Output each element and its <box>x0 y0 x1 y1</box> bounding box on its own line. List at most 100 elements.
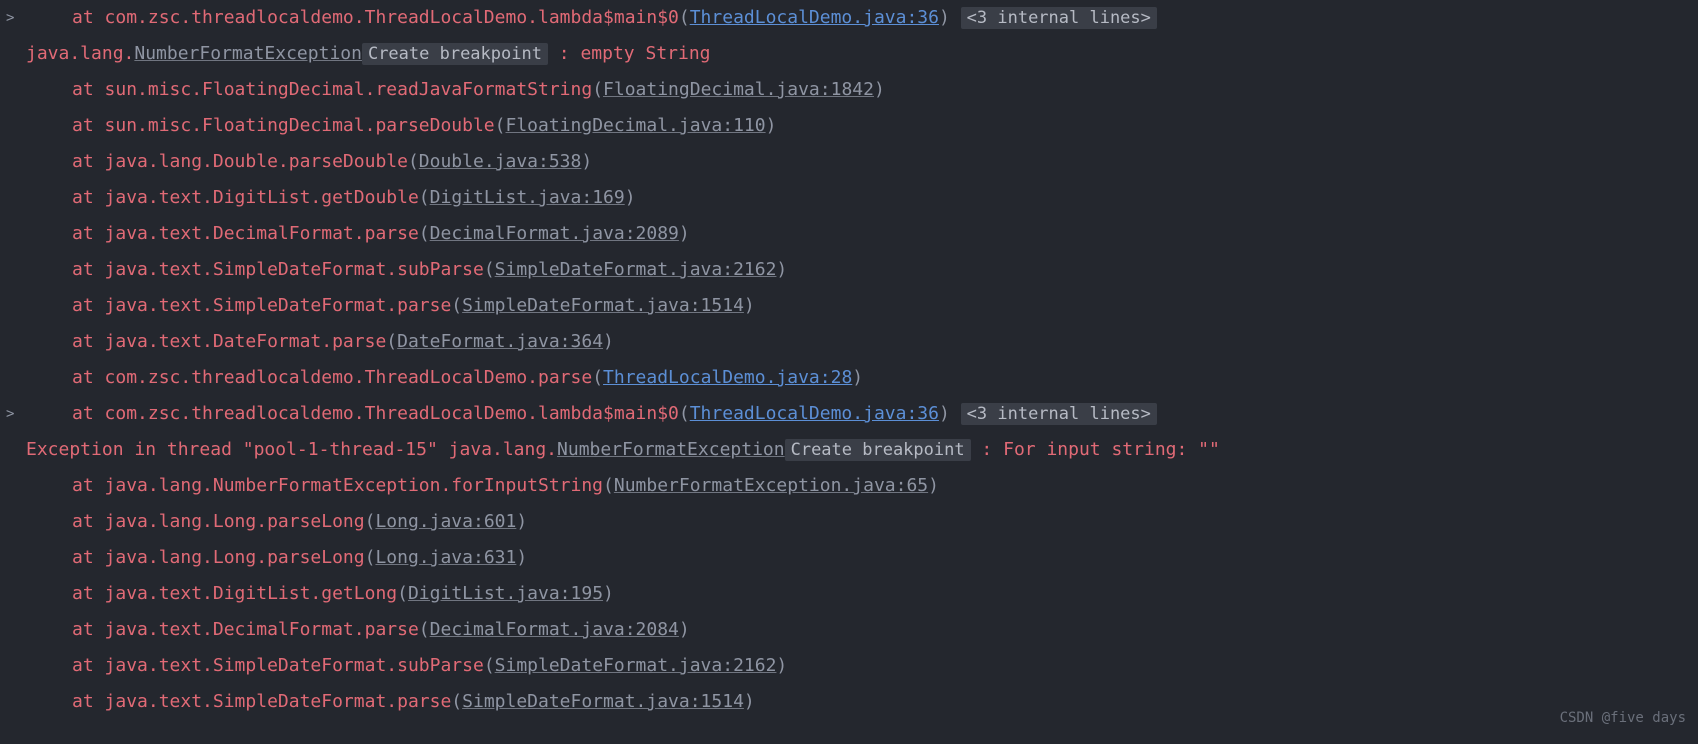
stack-trace-line: Exception in thread "pool-1-thread-15" j… <box>0 432 1698 468</box>
stack-trace-line: at java.text.SimpleDateFormat.subParse(S… <box>0 648 1698 684</box>
source-link[interactable]: Long.java:601 <box>375 511 516 532</box>
stack-trace-line: at sun.misc.FloatingDecimal.parseDouble(… <box>0 108 1698 144</box>
source-link[interactable]: ThreadLocalDemo.java:28 <box>603 367 852 388</box>
trace-text: ( <box>365 511 376 532</box>
console-output: >at com.zsc.threadlocaldemo.ThreadLocalD… <box>0 0 1698 712</box>
trace-text: java.text.DecimalFormat.parse <box>105 619 419 640</box>
source-link[interactable]: Double.java:538 <box>419 151 582 172</box>
stack-trace-line: at java.lang.NumberFormatException.forIn… <box>0 468 1698 504</box>
source-link[interactable]: NumberFormatException <box>134 43 362 64</box>
source-link[interactable]: SimpleDateFormat.java:2162 <box>495 655 777 676</box>
trace-text: ) <box>939 403 961 424</box>
at-keyword: at <box>72 331 105 352</box>
stack-trace-line: at java.text.DigitList.getDouble(DigitLi… <box>0 180 1698 216</box>
trace-text: ( <box>451 295 462 316</box>
source-link[interactable]: SimpleDateFormat.java:1514 <box>462 295 744 316</box>
trace-text: ( <box>592 79 603 100</box>
trace-text: java.text.SimpleDateFormat.parse <box>105 295 452 316</box>
trace-text: ) <box>603 583 614 604</box>
trace-text: ( <box>408 151 419 172</box>
stack-trace-line: at java.text.DecimalFormat.parse(Decimal… <box>0 612 1698 648</box>
fold-toggle-icon[interactable]: > <box>6 396 14 432</box>
at-keyword: at <box>72 403 105 424</box>
trace-text: ( <box>386 331 397 352</box>
at-keyword: at <box>72 259 105 280</box>
source-link[interactable]: DigitList.java:195 <box>408 583 603 604</box>
source-link[interactable]: Long.java:631 <box>375 547 516 568</box>
source-link[interactable]: DecimalFormat.java:2084 <box>430 619 679 640</box>
source-link[interactable]: NumberFormatException <box>557 439 785 460</box>
stack-trace-line: >at com.zsc.threadlocaldemo.ThreadLocalD… <box>0 0 1698 36</box>
trace-text: java.lang. <box>26 43 134 64</box>
at-keyword: at <box>72 475 105 496</box>
trace-text: ( <box>484 655 495 676</box>
trace-text: java.text.DigitList.getLong <box>105 583 398 604</box>
at-keyword: at <box>72 187 105 208</box>
trace-text: ) <box>625 187 636 208</box>
source-link[interactable]: FloatingDecimal.java:110 <box>506 115 766 136</box>
trace-text: java.lang.Long.parseLong <box>105 547 365 568</box>
trace-text: ( <box>451 691 462 712</box>
at-keyword: at <box>72 115 105 136</box>
source-link[interactable]: FloatingDecimal.java:1842 <box>603 79 874 100</box>
trace-text: ( <box>679 7 690 28</box>
at-keyword: at <box>72 547 105 568</box>
trace-text: sun.misc.FloatingDecimal.readJavaFormatS… <box>105 79 593 100</box>
trace-text: java.lang.Double.parseDouble <box>105 151 408 172</box>
trace-text: ( <box>484 259 495 280</box>
stack-trace-line: at com.zsc.threadlocaldemo.ThreadLocalDe… <box>0 360 1698 396</box>
stack-trace-line: at java.lang.Double.parseDouble(Double.j… <box>0 144 1698 180</box>
stack-trace-line: at java.text.DateFormat.parse(DateFormat… <box>0 324 1698 360</box>
trace-text: java.text.DigitList.getDouble <box>105 187 419 208</box>
trace-text: ) <box>581 151 592 172</box>
fold-toggle-icon[interactable]: > <box>6 0 14 36</box>
trace-text: ( <box>419 619 430 640</box>
trace-text: ( <box>603 475 614 496</box>
trace-text: ( <box>419 223 430 244</box>
at-keyword: at <box>72 367 105 388</box>
source-link[interactable]: ThreadLocalDemo.java:36 <box>690 403 939 424</box>
stack-trace-line: at java.text.DecimalFormat.parse(Decimal… <box>0 216 1698 252</box>
at-keyword: at <box>72 151 105 172</box>
trace-text: ) <box>776 259 787 280</box>
create-breakpoint-button[interactable]: Create breakpoint <box>362 43 548 65</box>
stack-trace-line: at java.lang.Long.parseLong(Long.java:60… <box>0 504 1698 540</box>
trace-text: ) <box>744 295 755 316</box>
at-keyword: at <box>72 655 105 676</box>
trace-text: ) <box>852 367 863 388</box>
trace-text: com.zsc.threadlocaldemo.ThreadLocalDemo.… <box>105 403 679 424</box>
stack-trace-line: at java.text.DigitList.getLong(DigitList… <box>0 576 1698 612</box>
source-link[interactable]: NumberFormatException.java:65 <box>614 475 928 496</box>
internal-lines-badge[interactable]: <3 internal lines> <box>961 7 1157 29</box>
trace-text: ) <box>928 475 939 496</box>
trace-text: ( <box>592 367 603 388</box>
create-breakpoint-button[interactable]: Create breakpoint <box>785 439 971 461</box>
trace-text: ) <box>679 619 690 640</box>
trace-text: java.lang.Long.parseLong <box>105 511 365 532</box>
trace-text: ) <box>939 7 961 28</box>
trace-text: ( <box>679 403 690 424</box>
internal-lines-badge[interactable]: <3 internal lines> <box>961 403 1157 425</box>
trace-text: ) <box>874 79 885 100</box>
trace-text: Exception in thread "pool-1-thread-15" j… <box>26 439 557 460</box>
source-link[interactable]: DigitList.java:169 <box>430 187 625 208</box>
source-link[interactable]: DateFormat.java:364 <box>397 331 603 352</box>
trace-text: java.text.DecimalFormat.parse <box>105 223 419 244</box>
trace-text: ) <box>744 691 755 712</box>
trace-text: ) <box>679 223 690 244</box>
watermark: CSDN @five days <box>1560 700 1686 736</box>
source-link[interactable]: ThreadLocalDemo.java:36 <box>690 7 939 28</box>
trace-text: ( <box>365 547 376 568</box>
stack-trace-line: at java.lang.Long.parseLong(Long.java:63… <box>0 540 1698 576</box>
at-keyword: at <box>72 7 105 28</box>
source-link[interactable]: SimpleDateFormat.java:2162 <box>495 259 777 280</box>
at-keyword: at <box>72 79 105 100</box>
source-link[interactable]: DecimalFormat.java:2089 <box>430 223 679 244</box>
trace-text: : empty String <box>548 43 711 64</box>
at-keyword: at <box>72 223 105 244</box>
stack-trace-line: java.lang.NumberFormatExceptionCreate br… <box>0 36 1698 72</box>
at-keyword: at <box>72 619 105 640</box>
stack-trace-line: at java.text.SimpleDateFormat.subParse(S… <box>0 252 1698 288</box>
source-link[interactable]: SimpleDateFormat.java:1514 <box>462 691 744 712</box>
trace-text: ) <box>776 655 787 676</box>
